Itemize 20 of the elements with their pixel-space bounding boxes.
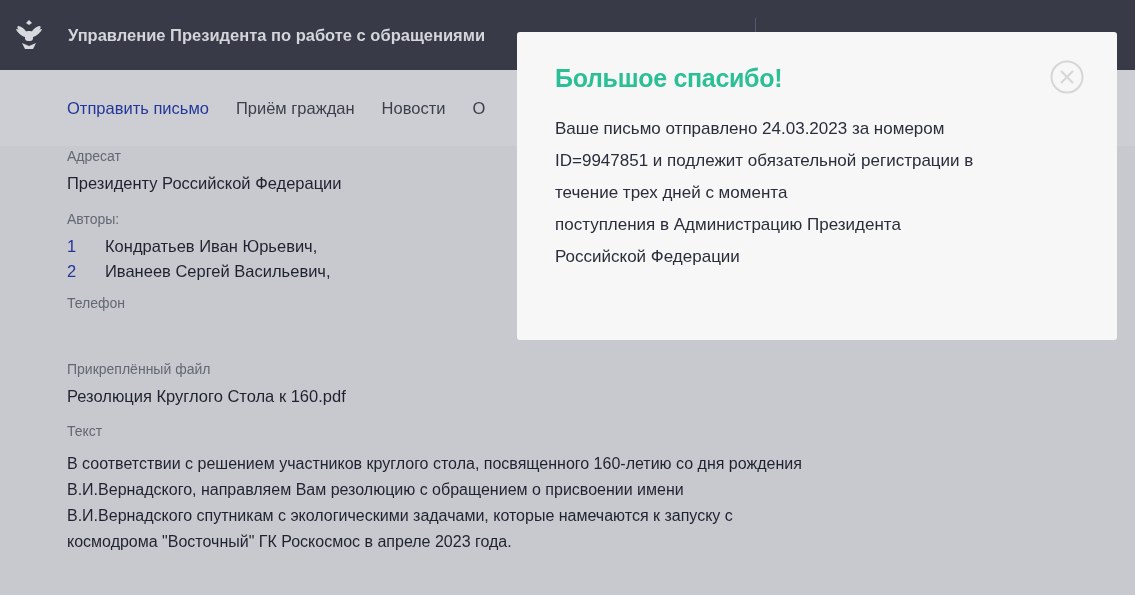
nav-link[interactable]: Отправить письмо: [67, 98, 209, 118]
letter-text: В соответствии с решением участников круглого стола, посвященного 160-летию со дня рождения В.И.Вернадского, направляем Вам резолюцию с обращением о присвоении имени В.И.Вернадского спутникам с экологическими задачами, которые намечаются к запуску с космодрома "Восточный" ГК Роскосмос в апреле 2023 года.: [67, 454, 802, 552]
close-icon[interactable]: [1050, 60, 1084, 94]
addressee-value: Президенту Российской Федерации: [67, 174, 342, 193]
dialog-title: Большое спасибо!: [555, 64, 783, 93]
author-number: 1: [67, 237, 78, 256]
dialog-message: Ваше письмо отправлено 24.03.2023 за номером ID=9947851 и подлежит обязательной регистрации в течение трех дней с момента поступления в Администрацию Президента Российской Федерации: [555, 118, 974, 268]
field-label: Авторы:: [67, 211, 120, 227]
field-label: Прикреплённый файл: [67, 361, 211, 377]
field-label: Телефон: [67, 295, 126, 311]
author-name: Кондратьев Иван Юрьевич,: [105, 237, 318, 256]
nav-link[interactable]: Новости: [381, 98, 446, 118]
field-label: Адресат: [67, 148, 121, 164]
field-label: Текст: [67, 423, 103, 439]
nav-link[interactable]: О: [472, 98, 486, 118]
site-title: Управление Президента по работе с обращениями: [68, 25, 486, 45]
author-number: 2: [67, 262, 78, 281]
nav-link[interactable]: Приём граждан: [235, 98, 355, 118]
attached-file: Резолюция Круглого Стола к 160.pdf: [67, 387, 346, 406]
author-name: Иванеев Сергей Васильевич,: [105, 262, 331, 281]
